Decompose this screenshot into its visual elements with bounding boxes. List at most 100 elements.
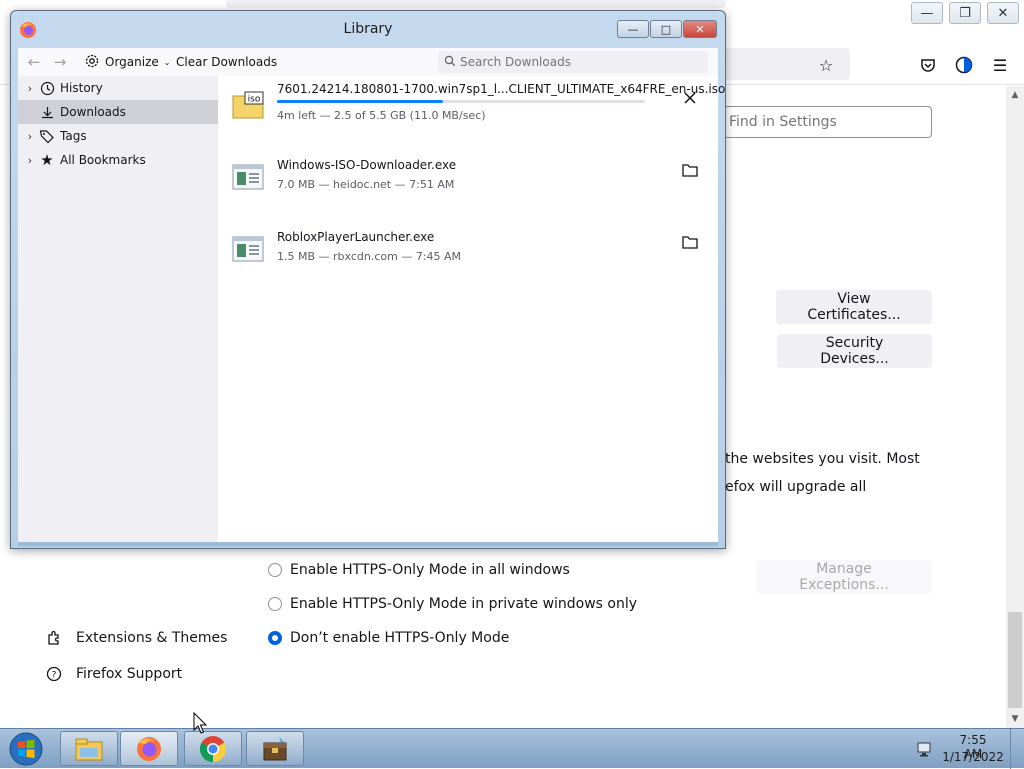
radio-label: Enable HTTPS-Only Mode in private window… <box>290 596 638 612</box>
download-status: 4m left — 2.5 of 5.5 GB (11.0 MB/sec) <box>277 109 486 122</box>
find-in-settings-input[interactable] <box>716 106 932 138</box>
library-body: ← → Organize ⌄ Clear Downloads › His <box>18 48 725 542</box>
download-item[interactable]: iso 7601.24214.180801-1700.win7sp1_l...C… <box>218 76 725 146</box>
search-downloads-input[interactable] <box>438 51 708 73</box>
https-description-line2: efox will upgrade all <box>725 479 867 495</box>
bookmark-star-icon[interactable]: ☆ <box>815 54 837 76</box>
https-description-line1: the websites you visit. Most <box>725 451 920 467</box>
mouse-cursor-icon <box>193 712 207 734</box>
menu-icon[interactable]: ☰ <box>989 54 1011 76</box>
ff-restore-button[interactable]: ❐ <box>949 2 981 24</box>
radio-button[interactable] <box>268 597 282 611</box>
scrollbar-thumb[interactable] <box>1008 612 1022 708</box>
theme-icon[interactable] <box>953 54 975 76</box>
tab-strip <box>226 0 726 8</box>
scroll-down-icon[interactable]: ▼ <box>1008 712 1022 726</box>
minimize-icon: — <box>920 5 934 21</box>
security-devices-button[interactable]: Security Devices... <box>777 334 932 368</box>
explorer-icon <box>75 738 103 760</box>
download-status: 7.0 MB — heidoc.net — 7:51 AM <box>277 178 455 191</box>
tag-icon <box>38 128 56 144</box>
sidebar-item-history[interactable]: › History <box>18 76 218 100</box>
ff-close-button[interactable]: ✕ <box>987 2 1019 24</box>
chevron-right-icon[interactable]: › <box>22 154 38 167</box>
radio-label: Enable HTTPS-Only Mode in all windows <box>290 562 570 578</box>
library-toolbar: ← → Organize ⌄ Clear Downloads <box>18 48 718 76</box>
exe-file-icon <box>232 164 264 190</box>
show-in-folder-button[interactable] <box>678 158 702 182</box>
show-in-folder-button[interactable] <box>678 230 702 254</box>
radio-label: Don’t enable HTTPS-Only Mode <box>290 630 510 646</box>
maximize-icon: □ <box>660 22 672 36</box>
manage-exceptions-button: Manage Exceptions... <box>756 560 932 594</box>
svg-text:iso: iso <box>248 95 261 105</box>
taskbar-firefox-button[interactable] <box>120 731 178 766</box>
sidebar-item-tags[interactable]: › Tags <box>18 124 218 148</box>
ff-minimize-button[interactable]: — <box>911 2 943 24</box>
download-item[interactable]: RobloxPlayerLauncher.exe 1.5 MB — rbxcdn… <box>218 220 718 290</box>
download-status: 1.5 MB — rbxcdn.com — 7:45 AM <box>277 250 462 263</box>
view-certificates-button[interactable]: View Certificates... <box>776 290 932 324</box>
taskbar-explorer-button[interactable] <box>60 731 118 766</box>
radio-button[interactable] <box>268 563 282 577</box>
extensions-themes-link[interactable]: Extensions & Themes <box>46 630 227 646</box>
clock-icon <box>38 80 56 96</box>
download-filename: RobloxPlayerLauncher.exe <box>277 230 435 244</box>
download-icon <box>38 104 56 120</box>
library-sidebar: › History Downloads › Tags › ★ All Bookm… <box>18 76 218 542</box>
organize-button[interactable]: Organize ⌄ <box>84 51 170 73</box>
firefox-icon <box>137 736 161 761</box>
close-icon: ✕ <box>695 22 705 36</box>
chevron-right-icon[interactable]: › <box>22 130 38 143</box>
library-close-button[interactable]: ✕ <box>683 20 717 38</box>
puzzle-icon <box>46 630 62 646</box>
taskbar-chrome-button[interactable] <box>184 731 242 766</box>
download-filename: Windows-ISO-Downloader.exe <box>277 158 457 172</box>
show-desktop-button[interactable] <box>1010 729 1024 769</box>
windows-logo-icon <box>9 732 43 766</box>
taskbar-archive-button[interactable] <box>246 731 304 766</box>
search-icon <box>444 55 456 67</box>
library-maximize-button[interactable]: □ <box>650 20 682 38</box>
extensions-themes-label: Extensions & Themes <box>76 630 228 646</box>
organize-label: Organize <box>105 55 159 69</box>
iso-file-icon: iso <box>232 91 264 119</box>
download-progress-fill <box>277 100 443 103</box>
minimize-icon: — <box>627 22 639 36</box>
folder-icon <box>682 236 698 249</box>
start-button[interactable] <box>6 731 46 767</box>
svg-text:?: ? <box>52 671 57 681</box>
back-arrow-icon[interactable]: ← <box>24 52 44 72</box>
downloads-list: iso 7601.24214.180801-1700.win7sp1_l...C… <box>218 76 725 542</box>
radio-button-selected[interactable] <box>268 631 282 645</box>
forward-arrow-icon[interactable]: → <box>50 52 70 72</box>
download-progress-bar <box>277 100 645 103</box>
radio-https-disabled[interactable]: Don’t enable HTTPS-Only Mode <box>268 630 509 646</box>
help-icon: ? <box>46 666 62 682</box>
chevron-down-icon: ⌄ <box>163 57 171 67</box>
radio-https-private-windows[interactable]: Enable HTTPS-Only Mode in private window… <box>268 596 637 612</box>
pocket-icon[interactable] <box>917 54 939 76</box>
taskbar: 7:55 AM 1/17/2022 <box>0 728 1024 769</box>
cancel-download-button[interactable] <box>678 86 702 110</box>
radio-https-all-windows[interactable]: Enable HTTPS-Only Mode in all windows <box>268 562 570 578</box>
download-filename: 7601.24214.180801-1700.win7sp1_l...CLIEN… <box>277 82 726 96</box>
folder-icon <box>682 164 698 177</box>
download-item[interactable]: Windows-ISO-Downloader.exe 7.0 MB — heid… <box>218 148 718 218</box>
exe-file-icon <box>232 236 264 262</box>
sidebar-item-downloads[interactable]: Downloads <box>18 100 218 124</box>
library-minimize-button[interactable]: — <box>617 20 649 38</box>
close-icon: ✕ <box>997 5 1009 21</box>
network-icon[interactable] <box>916 740 934 758</box>
chevron-right-icon[interactable]: › <box>22 82 38 95</box>
sidebar-item-all-bookmarks[interactable]: › ★ All Bookmarks <box>18 148 218 172</box>
restore-icon: ❐ <box>959 5 971 21</box>
scroll-up-icon[interactable]: ▲ <box>1008 88 1022 102</box>
firefox-support-link[interactable]: ? Firefox Support <box>46 666 182 682</box>
sidebar-item-label: All Bookmarks <box>60 153 146 167</box>
clear-downloads-button[interactable]: Clear Downloads <box>176 51 277 73</box>
clock-date[interactable]: 1/17/2022 <box>940 750 1006 764</box>
star-icon: ★ <box>40 151 54 169</box>
library-bottom-border <box>18 542 718 546</box>
cancel-icon <box>684 92 696 104</box>
